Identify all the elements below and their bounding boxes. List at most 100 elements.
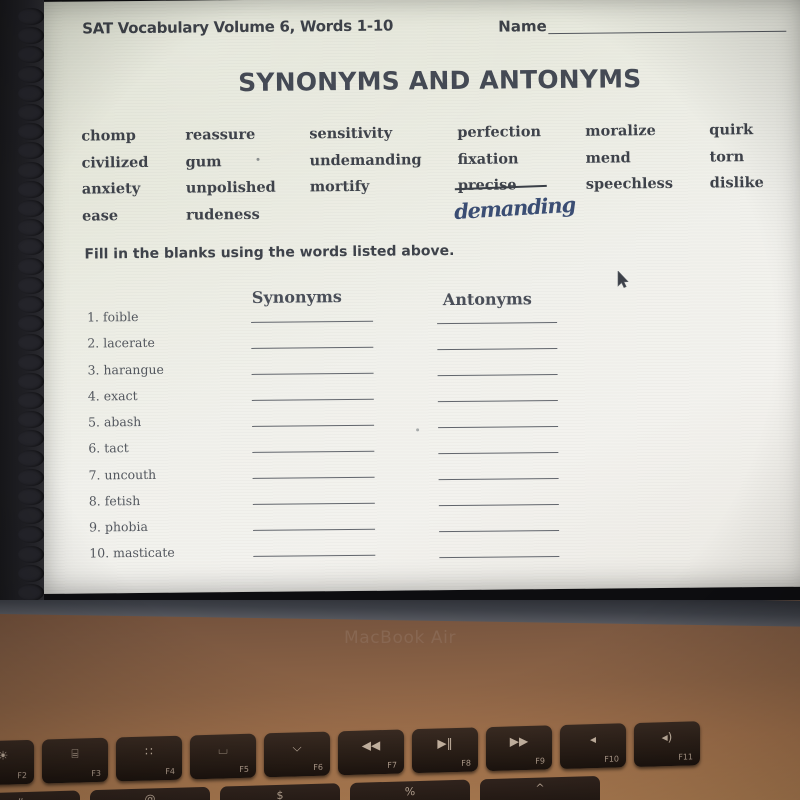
synonym-answer-blank[interactable]	[252, 450, 375, 453]
antonym-answer-blank[interactable]	[437, 374, 558, 377]
function-key-f4[interactable]: ∷ F4	[116, 735, 182, 782]
page-title: SYNONYMS AND ANTONYMS	[237, 64, 642, 98]
worksheet-header-title: SAT Vocabulary Volume 6, Words 1-10	[82, 16, 394, 38]
word-bank-word: dislike	[709, 174, 764, 192]
vocabulary-word-label: 6. tact	[88, 440, 129, 456]
word-bank-word: rudeness	[185, 205, 260, 224]
function-key-f9[interactable]: ▶▶ F9	[486, 725, 552, 772]
function-key-label: F4	[165, 766, 175, 777]
binding-hole	[18, 65, 44, 83]
word-bank-column: moralize mend speechless	[585, 118, 673, 198]
antonym-answer-blank[interactable]	[438, 426, 559, 429]
binding-hole	[18, 372, 44, 390]
function-key-label: F7	[387, 760, 397, 770]
binding-hole	[18, 468, 44, 486]
antonym-answer-blank[interactable]	[437, 348, 558, 351]
binding-hole	[18, 123, 44, 141]
word-bank-word: undemanding	[309, 150, 422, 169]
keyboard-key[interactable]: %	[350, 779, 470, 800]
binding-hole	[18, 8, 44, 25]
vocabulary-word-label: 9. phobia	[88, 518, 149, 535]
binding-hole	[18, 46, 44, 64]
key-label: $	[276, 788, 284, 800]
binding-hole	[18, 449, 44, 467]
synonym-answer-blank[interactable]	[253, 528, 376, 531]
synonym-answer-blank[interactable]	[251, 346, 374, 349]
keyboard-key[interactable]: ^	[480, 775, 600, 800]
word-bank-word: perfection	[457, 123, 542, 141]
binding-hole	[18, 526, 44, 544]
key-label: %	[404, 785, 416, 799]
binding-hole	[18, 584, 44, 600]
mouse-cursor-icon	[617, 271, 629, 288]
mission-control-icon: ⌸	[71, 746, 79, 761]
name-blank-line[interactable]	[548, 30, 787, 35]
vocabulary-word-label: 7. uncouth	[88, 466, 157, 483]
binding-hole	[18, 488, 44, 505]
antonym-answer-blank[interactable]	[437, 322, 558, 325]
word-bank-column: perfection fixation precise demanding	[453, 119, 575, 224]
binding-hole	[18, 180, 44, 198]
instruction-text: Fill in the blanks using the words liste…	[84, 242, 455, 263]
synonym-answer-blank[interactable]	[251, 320, 374, 323]
keyboard-key[interactable]: @	[90, 786, 210, 800]
antonym-answer-blank[interactable]	[438, 504, 559, 507]
binding-hole	[18, 564, 44, 582]
binding-hole	[18, 334, 44, 352]
screenshot-root: MacBook Air ☀ F2 ⌸ F3 ∷ F4 ⌴ F5 ⌵ F6 ◀◀ F7 ▶‖ F8 ▶▶ F9 ◂…	[0, 0, 800, 800]
vocabulary-word-label: 2. lacerate	[87, 335, 155, 351]
spiral-binding	[0, 0, 44, 600]
synonym-answer-blank[interactable]	[252, 502, 375, 505]
antonym-answer-blank[interactable]	[439, 556, 560, 559]
function-key-f5[interactable]: ⌴ F5	[190, 733, 256, 780]
word-bank-word: sensitivity	[309, 124, 393, 143]
key-label: #	[0, 794, 80, 800]
binding-hole	[18, 104, 44, 121]
binding-hole	[18, 392, 44, 409]
vocabulary-word-label: 4. exact	[87, 387, 138, 404]
antonym-answer-blank[interactable]	[438, 452, 559, 455]
binding-hole	[18, 296, 44, 313]
function-key-f7[interactable]: ◀◀ F7	[338, 729, 404, 776]
function-key-f6[interactable]: ⌵ F6	[264, 731, 330, 778]
worksheet-page: SAT Vocabulary Volume 6, Words 1-10 Name…	[36, 0, 800, 594]
rewind-icon: ◀◀	[361, 738, 381, 753]
synonym-answer-blank[interactable]	[253, 554, 376, 557]
synonym-answer-blank[interactable]	[252, 424, 375, 427]
word-bank-column: sensitivity undemanding mortify	[309, 120, 422, 201]
keyboard-key[interactable]: #	[0, 790, 80, 800]
binding-hole	[18, 161, 44, 179]
keyboard-key[interactable]: $	[220, 783, 340, 800]
macbook-brand-label: MacBook Air	[343, 628, 457, 648]
vocabulary-rows: 1. foible 2. lacerate 3. harangue 4. exact 5…	[39, 303, 800, 570]
binding-hole	[18, 27, 44, 45]
antonym-answer-blank[interactable]	[438, 478, 559, 481]
binding-hole	[18, 257, 44, 275]
synonym-answer-blank[interactable]	[251, 398, 374, 401]
function-key-f11[interactable]: ◂) F11	[634, 721, 700, 768]
keyboard-backlight-down-icon: ⌴	[218, 742, 228, 757]
function-key-f3[interactable]: ⌸ F3	[42, 737, 108, 784]
function-key-label: F10	[604, 754, 619, 764]
key-label: @	[144, 792, 156, 800]
function-key-label: F8	[461, 758, 471, 768]
word-bank-column: chomp civilized anxiety ease	[81, 123, 149, 230]
word-bank-word: unpolished	[185, 178, 276, 197]
function-key-label: F2	[17, 770, 27, 781]
synonym-answer-blank[interactable]	[252, 476, 375, 479]
launchpad-icon: ∷	[145, 744, 153, 759]
binding-hole	[18, 238, 44, 256]
function-key-f10[interactable]: ◂ F10	[560, 723, 626, 770]
brightness-icon: ☀	[0, 748, 9, 763]
word-bank-column: quirk torn dislike	[709, 117, 764, 197]
word-bank: chomp civilized anxiety ease reassure gum unpo…	[81, 117, 781, 224]
binding-hole	[18, 84, 44, 102]
synonym-answer-blank[interactable]	[251, 372, 374, 375]
antonym-answer-blank[interactable]	[437, 400, 558, 403]
function-key-f8[interactable]: ▶‖ F8	[412, 727, 478, 774]
function-key-label: F9	[535, 756, 545, 766]
antonym-answer-blank[interactable]	[439, 530, 560, 533]
word-bank-word: speechless	[585, 174, 674, 193]
vocabulary-word-label: 10. masticate	[89, 544, 175, 561]
function-key-f2[interactable]: ☀ F2	[0, 739, 34, 786]
